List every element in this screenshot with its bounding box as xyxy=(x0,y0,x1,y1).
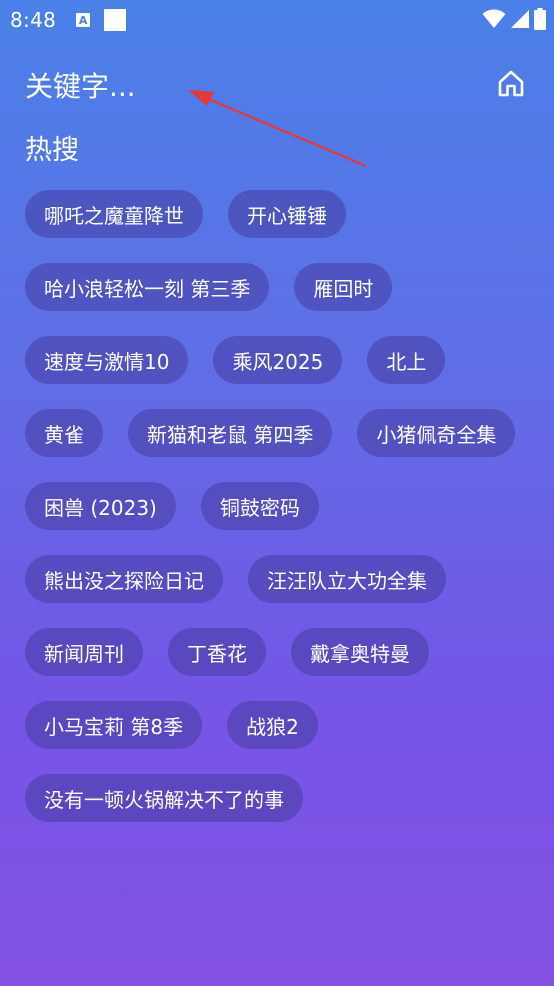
hot-search-chip[interactable]: 汪汪队立大功全集 xyxy=(248,555,446,603)
hot-search-chip[interactable]: 铜鼓密码 xyxy=(200,482,319,530)
status-time: 8:48 xyxy=(10,8,57,32)
hot-search-chip[interactable]: 开心锤锤 xyxy=(228,190,346,238)
hot-search-chip[interactable]: 北上 xyxy=(367,336,446,384)
status-right-group xyxy=(482,8,546,30)
hot-search-chip[interactable]: 哪吒之魔童降世 xyxy=(25,190,203,238)
hot-search-chip[interactable]: 雁回时 xyxy=(294,263,393,311)
signal-icon xyxy=(511,10,529,28)
notification-a-icon: A xyxy=(76,13,91,27)
search-row xyxy=(0,60,554,110)
home-icon xyxy=(498,70,524,97)
hot-search-chip[interactable]: 哈小浪轻松一刻 第三季 xyxy=(25,263,270,311)
hot-search-chip[interactable]: 战狼2 xyxy=(227,701,318,749)
hot-search-chip[interactable]: 戴拿奥特曼 xyxy=(291,628,429,676)
battery-icon xyxy=(534,8,546,30)
hot-search-title: 热搜 xyxy=(25,135,79,166)
hot-search-chip[interactable]: 困兽 (2023) xyxy=(25,482,176,530)
hot-search-chip[interactable]: 新猫和老鼠 第四季 xyxy=(128,409,333,457)
hot-search-chip[interactable]: 新闻周刊 xyxy=(25,628,143,676)
hot-search-chip[interactable]: 小猪佩奇全集 xyxy=(357,409,516,457)
hot-search-chip[interactable]: 没有一顿火锅解决不了的事 xyxy=(25,774,303,822)
hot-search-chip[interactable]: 乘风2025 xyxy=(213,336,343,384)
hot-search-chip[interactable]: 丁香花 xyxy=(168,628,266,676)
search-input[interactable] xyxy=(25,66,325,106)
hot-search-chip[interactable]: 速度与激情10 xyxy=(25,336,189,384)
hot-search-chip[interactable]: 黄雀 xyxy=(25,409,103,457)
status-bar: 8:48 A xyxy=(0,0,554,40)
hot-search-list: 哪吒之魔童降世 开心锤锤哈小浪轻松一刻 第三季 雁回时速度与激情10 乘风2025 北上… xyxy=(25,190,535,822)
hot-search-chip[interactable]: 小马宝莉 第8季 xyxy=(25,701,203,749)
home-button[interactable] xyxy=(494,66,528,100)
notification-square-icon xyxy=(104,9,127,31)
wifi-icon xyxy=(482,9,506,28)
hot-search-chip[interactable]: 熊出没之探险日记 xyxy=(25,555,223,603)
